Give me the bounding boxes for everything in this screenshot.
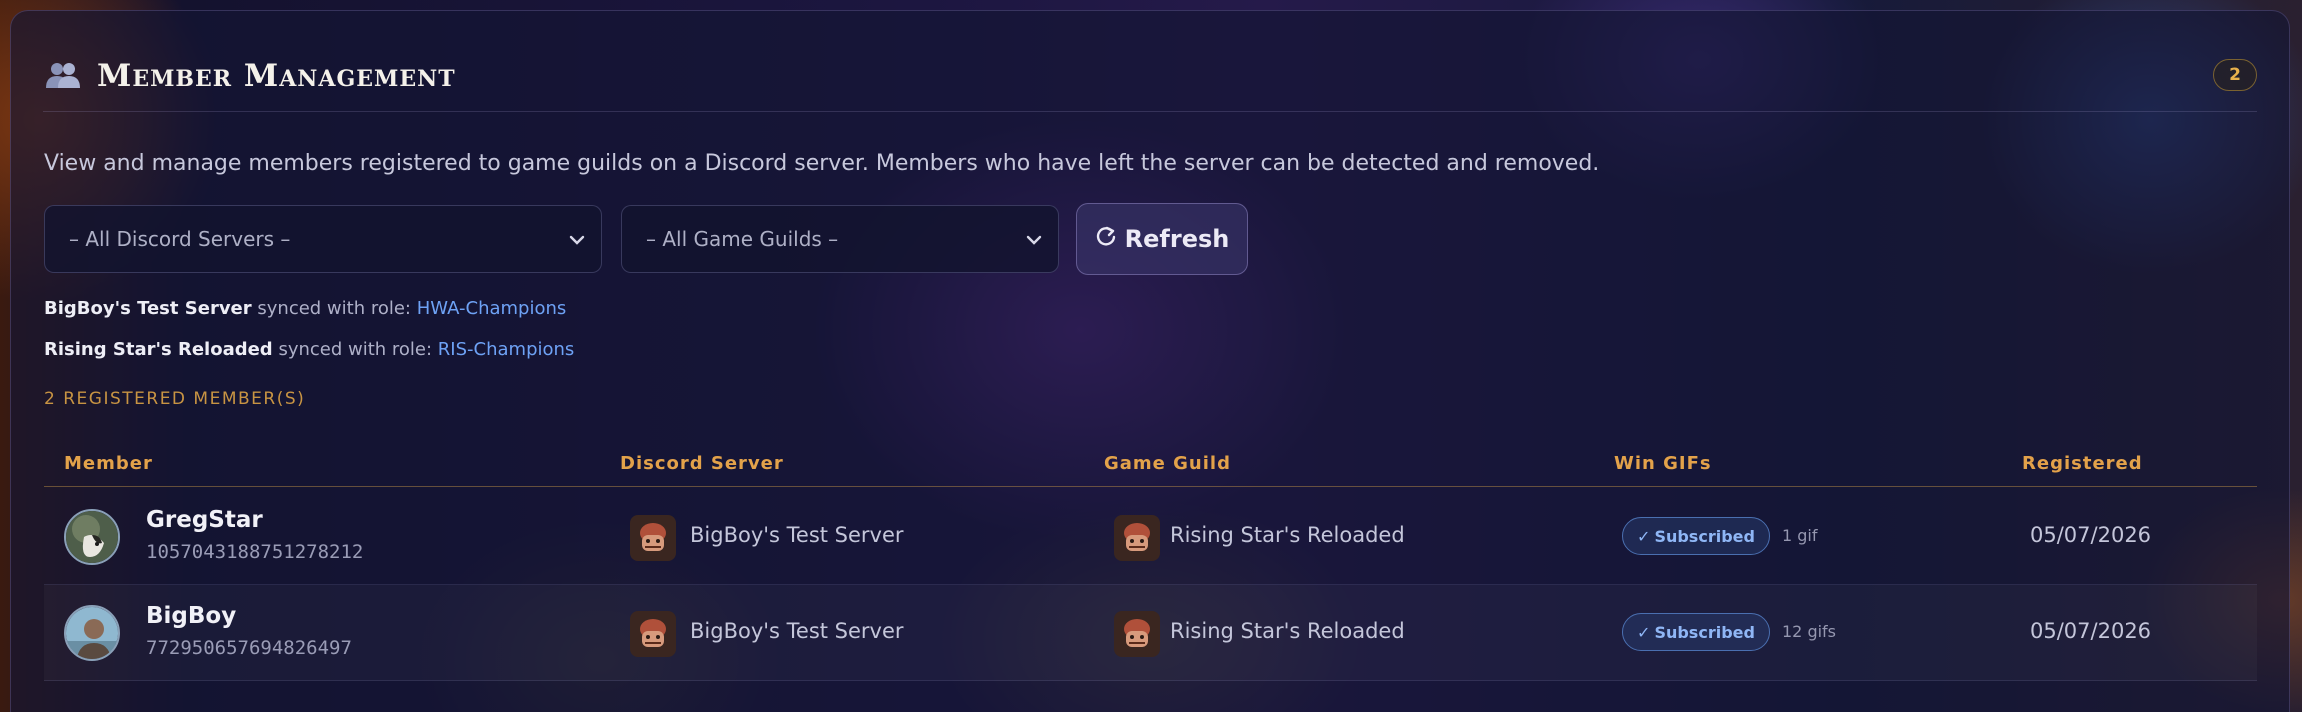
- gif-count: 12 gifs: [1782, 622, 1837, 641]
- header-divider: [43, 111, 2257, 112]
- refresh-label: Refresh: [1124, 225, 1230, 253]
- sync-text: synced with role:: [257, 298, 411, 319]
- sync-info-row: BigBoy's Test Server synced with role: H…: [44, 298, 566, 319]
- gif-count: 1 gif: [1782, 526, 1818, 545]
- game-guild-name: Rising Star's Reloaded: [1170, 619, 1405, 643]
- game-guild-select[interactable]: – All Game Guilds –: [621, 205, 1059, 273]
- subscribed-label: Subscribed: [1654, 526, 1755, 546]
- column-header-game-guild[interactable]: Game Guild: [1104, 453, 1231, 474]
- member-id: 772950657694826497: [146, 637, 352, 659]
- game-guild-name: Rising Star's Reloaded: [1170, 523, 1405, 547]
- registered-date: 05/07/2026: [2030, 523, 2152, 547]
- discord-server-select[interactable]: – All Discord Servers –: [44, 205, 602, 273]
- sync-server-name: Rising Star's Reloaded: [44, 339, 273, 360]
- page-description: View and manage members registered to ga…: [44, 151, 1600, 176]
- member-name: BigBoy: [146, 603, 237, 629]
- checkmark-icon: ✓: [1637, 526, 1651, 546]
- subscribed-badge[interactable]: ✓ Subscribed: [1622, 517, 1770, 555]
- member-management-panel: Member Management 2 View and manage memb…: [10, 10, 2290, 712]
- sync-role-link[interactable]: RIS-Champions: [438, 339, 575, 360]
- discord-server-select-value: – All Discord Servers –: [69, 227, 291, 251]
- discord-server-name: BigBoy's Test Server: [690, 619, 904, 643]
- member-avatar: [64, 605, 120, 661]
- checkmark-icon: ✓: [1637, 622, 1651, 642]
- refresh-button[interactable]: Refresh: [1076, 203, 1248, 275]
- column-header-member[interactable]: Member: [64, 453, 153, 474]
- panel-header: Member Management 2: [43, 51, 2257, 101]
- table-row[interactable]: GregStar 1057043188751278212 BigBoy's Te…: [44, 489, 2257, 585]
- column-header-discord-server[interactable]: Discord Server: [620, 453, 784, 474]
- registered-date: 05/07/2026: [2030, 619, 2152, 643]
- subscribed-label: Subscribed: [1654, 622, 1755, 642]
- page-title: Member Management: [97, 58, 456, 94]
- chevron-down-icon: [1024, 230, 1044, 250]
- chevron-down-icon: [567, 230, 587, 250]
- sync-role-link[interactable]: HWA-Champions: [417, 298, 567, 319]
- subscribed-badge[interactable]: ✓ Subscribed: [1622, 613, 1770, 651]
- server-icon: [630, 611, 676, 657]
- game-guild-select-value: – All Game Guilds –: [646, 227, 839, 251]
- guild-icon: [1114, 515, 1160, 561]
- member-name: GregStar: [146, 507, 263, 533]
- sync-info-row: Rising Star's Reloaded synced with role:…: [44, 339, 574, 360]
- member-count-badge: 2: [2213, 59, 2257, 91]
- sync-text: synced with role:: [278, 339, 433, 360]
- server-icon: [630, 515, 676, 561]
- members-icon: [43, 56, 83, 96]
- table-header: Member Discord Server Game Guild Win GIF…: [44, 447, 2257, 487]
- discord-server-name: BigBoy's Test Server: [690, 523, 904, 547]
- column-header-win-gifs[interactable]: Win GIFs: [1614, 453, 1712, 474]
- guild-icon: [1114, 611, 1160, 657]
- registered-member-count: 2 REGISTERED MEMBER(S): [44, 389, 306, 409]
- sync-server-name: BigBoy's Test Server: [44, 298, 252, 319]
- refresh-icon: [1095, 225, 1117, 253]
- column-header-registered[interactable]: Registered: [2022, 453, 2143, 474]
- member-id: 1057043188751278212: [146, 541, 364, 563]
- table-row[interactable]: BigBoy 772950657694826497 BigBoy's Test …: [44, 585, 2257, 681]
- member-avatar: [64, 509, 120, 565]
